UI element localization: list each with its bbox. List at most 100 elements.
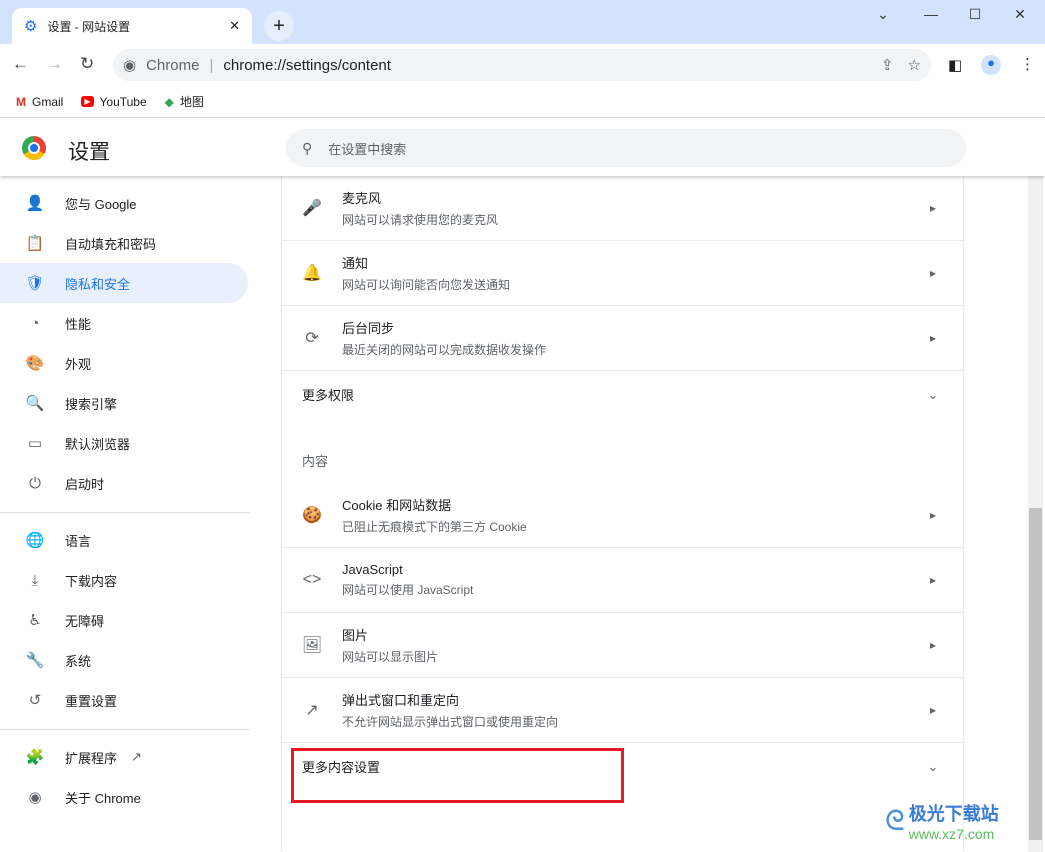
tab-search-button[interactable]: ⌄	[873, 6, 893, 23]
sidebar-item[interactable]: 🔍 搜索引擎	[0, 383, 248, 423]
chevron-right-icon: ▸	[929, 508, 937, 522]
row-description: 最近关闭的网站可以完成数据收发操作	[342, 343, 547, 357]
menu-icon[interactable]: ⋮	[1020, 55, 1035, 73]
row-icon: ⟳	[305, 330, 319, 347]
side-panel-icon[interactable]: ◧	[948, 56, 962, 74]
settings-row[interactable]: ↗ 弹出式窗口和重定向 不允许网站显示弹出式窗口或使用重定向 ▸	[282, 678, 963, 743]
divider	[0, 512, 250, 513]
sidebar-item-label: 性能	[65, 316, 92, 332]
row-title: 图片	[342, 628, 369, 643]
bookmark-maps[interactable]: ◆ 地图	[165, 93, 204, 110]
maximize-button[interactable]: ☐	[965, 6, 985, 23]
sidebar-icon: 🔍	[25, 395, 45, 412]
sidebar-icon: ◉	[28, 789, 42, 806]
sidebar-icon: 🔧	[25, 652, 45, 669]
row-description: 网站可以使用 JavaScript	[342, 583, 474, 597]
row-description: 网站可以显示图片	[342, 650, 439, 664]
highlight-box	[291, 748, 624, 803]
gmail-icon: M	[16, 94, 26, 109]
reload-icon[interactable]: ↻	[80, 54, 94, 74]
close-window-button[interactable]: ✕	[1010, 6, 1030, 23]
minimize-button[interactable]: —	[921, 6, 941, 22]
chevron-right-icon: ▸	[929, 201, 937, 215]
chevron-right-icon: ▸	[929, 703, 937, 717]
sidebar-item[interactable]: 🎨 外观	[0, 343, 248, 383]
chevron-down-icon: ⌄	[927, 758, 939, 774]
settings-row[interactable]: 🖼 图片 网站可以显示图片 ▸	[282, 613, 963, 678]
sidebar-item[interactable]: ▭ 默认浏览器	[0, 423, 248, 463]
sidebar-item[interactable]: ◉ 关于 Chrome	[0, 777, 248, 817]
separator: |	[209, 56, 214, 74]
sidebar-item-label: 语言	[65, 533, 92, 549]
sidebar-item[interactable]: 🔧 系统	[0, 640, 248, 680]
tab-settings[interactable]: ⚙ 设置 - 网站设置 ✕	[12, 8, 252, 44]
sidebar-icon: ⤓	[31, 571, 39, 589]
sidebar-item[interactable]: 🛡 隐私和安全	[0, 263, 248, 303]
sidebar-item-label: 下载内容	[65, 573, 118, 589]
sidebar-item-label: 隐私和安全	[65, 276, 131, 292]
sidebar-item[interactable]: ◔ 性能	[0, 303, 248, 343]
sidebar-item-label: 您与 Google	[65, 196, 137, 212]
settings-row[interactable]: ⟳ 后台同步 最近关闭的网站可以完成数据收发操作 ▸	[282, 306, 963, 371]
bookmark-gmail[interactable]: M Gmail	[16, 95, 63, 109]
row-icon: 🍪	[302, 507, 322, 524]
star-icon[interactable]: ☆	[908, 56, 921, 74]
bookmark-youtube[interactable]: ▶ YouTube	[81, 95, 147, 109]
scrollbar-thumb[interactable]	[1029, 508, 1042, 840]
sidebar-item[interactable]: ⤓ 下载内容	[0, 560, 248, 600]
sidebar-item[interactable]: ↺ 重置设置	[0, 680, 248, 720]
row-title: 弹出式窗口和重定向	[342, 693, 460, 708]
sidebar-item-label: 重置设置	[65, 693, 118, 709]
settings-search-input[interactable]: ⚲ 在设置中搜索	[286, 129, 966, 167]
sidebar-icon: ♿	[28, 612, 42, 629]
row-description: 网站可以请求使用您的麦克风	[342, 213, 499, 227]
row-icon: 🎤	[302, 200, 322, 217]
external-link-icon: ↗	[131, 749, 142, 764]
new-tab-button[interactable]: +	[264, 11, 294, 41]
row-description: 不允许网站显示弹出式窗口或使用重定向	[342, 715, 559, 729]
more-permissions-toggle[interactable]: 更多权限 ⌄	[282, 371, 963, 418]
profile-avatar[interactable]: ●	[981, 55, 1001, 75]
sidebar-icon: 📋	[25, 235, 45, 252]
row-title: 后台同步	[342, 321, 395, 336]
row-icon: 🔔	[302, 265, 322, 282]
url-text[interactable]: chrome://settings/content	[223, 57, 391, 74]
sidebar-icon: 🌐	[25, 532, 45, 549]
sidebar-icon: 🧩	[25, 749, 45, 766]
row-description: 网站可以询问能否向您发送通知	[342, 278, 511, 292]
settings-row[interactable]: 🍪 Cookie 和网站数据已阻止无痕模式下的第三方 Cookie ▸	[282, 483, 963, 548]
row-title: Cookie 和网站数据	[342, 498, 452, 513]
settings-row[interactable]: 🎤 麦克风 网站可以请求使用您的麦克风 ▸	[282, 176, 963, 241]
youtube-icon: ▶	[81, 96, 94, 107]
chevron-down-icon: ⌄	[927, 386, 939, 402]
bookmarks-bar: M Gmail ▶ YouTube ◆ 地图	[0, 86, 1045, 118]
row-description: 已阻止无痕模式下的第三方 Cookie	[342, 520, 527, 534]
sidebar-item-label: 无障碍	[65, 613, 105, 629]
close-tab-icon[interactable]: ✕	[229, 18, 240, 34]
sidebar-item[interactable]: 🌐 语言	[0, 520, 248, 560]
page-title: 设置	[68, 141, 110, 164]
settings-row[interactable]: 🔔 通知 网站可以询问能否向您发送通知 ▸	[282, 241, 963, 306]
sidebar-icon: 👤	[25, 195, 45, 212]
back-icon[interactable]: ←	[12, 54, 29, 74]
sidebar-item[interactable]: 📋 自动填充和密码	[0, 223, 248, 263]
watermark-logo-icon: ᘓ	[885, 804, 905, 836]
settings-row[interactable]: <> JavaScript 网站可以使用 JavaScript ▸	[282, 548, 963, 613]
sidebar-icon: 🛡	[25, 275, 45, 292]
address-bar[interactable]: ◉ Chrome | chrome://settings/content ⇪ ☆	[113, 49, 931, 81]
sidebar-item[interactable]: 👤 您与 Google	[0, 183, 248, 223]
forward-icon[interactable]: →	[46, 54, 63, 74]
row-title: JavaScript	[342, 562, 403, 577]
share-icon[interactable]: ⇪	[881, 56, 894, 74]
section-label-content: 内容	[302, 453, 329, 469]
chrome-icon: ◉	[123, 57, 137, 74]
chevron-right-icon: ▸	[929, 638, 937, 652]
sidebar-item[interactable]: ⏻ 启动时	[0, 463, 248, 503]
sidebar-item-label: 扩展程序	[65, 750, 118, 766]
chevron-right-icon: ▸	[929, 573, 937, 587]
sidebar-icon: ▭	[27, 435, 43, 452]
sidebar-item[interactable]: ♿ 无障碍	[0, 600, 248, 640]
chrome-logo-icon	[22, 136, 46, 160]
sidebar-item[interactable]: 🧩 扩展程序 ↗	[0, 737, 248, 777]
origin-label: Chrome	[146, 56, 200, 74]
